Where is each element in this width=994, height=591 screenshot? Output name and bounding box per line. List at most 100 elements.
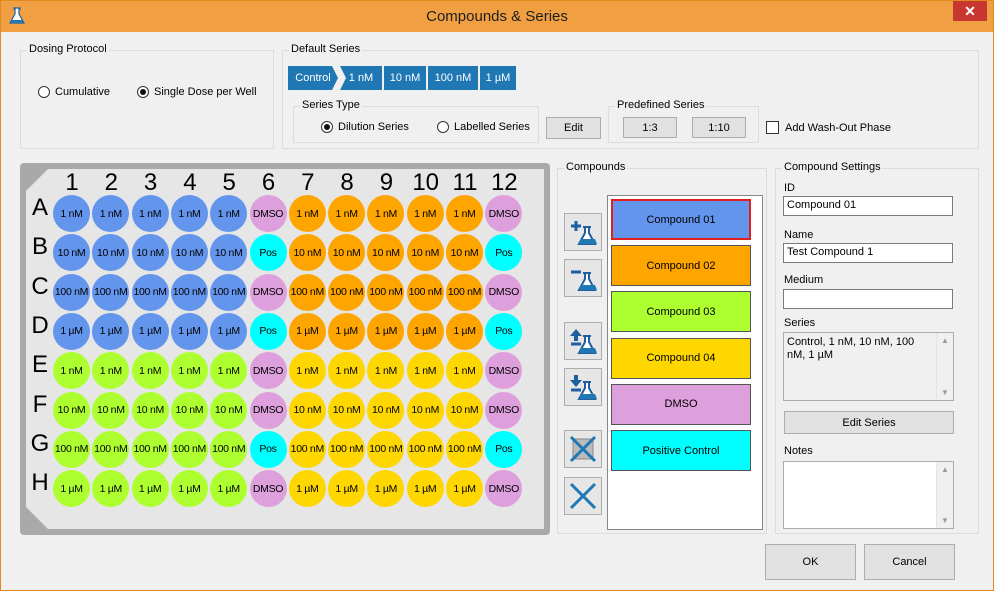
column-label[interactable]: 7 xyxy=(289,169,327,197)
column-label[interactable]: 10 xyxy=(407,169,445,197)
well[interactable]: 1 µM xyxy=(406,312,444,350)
series-chip-1um[interactable]: 1 µM xyxy=(480,66,516,90)
series-chip-100nm[interactable]: 100 nM xyxy=(428,66,478,90)
notes-textarea[interactable]: ▲ ▼ xyxy=(783,461,954,529)
well[interactable]: 100 nM xyxy=(406,273,444,311)
well[interactable]: 10 nM xyxy=(170,391,208,429)
well[interactable]: 1 µM xyxy=(406,470,444,508)
row-label[interactable]: G xyxy=(29,430,51,458)
edit-series-button[interactable]: Edit Series xyxy=(784,411,954,434)
well[interactable]: 100 nM xyxy=(92,273,130,311)
well[interactable]: Pos xyxy=(249,234,287,272)
labelled-series-radio[interactable]: Labelled Series xyxy=(437,121,530,133)
row-label[interactable]: F xyxy=(29,391,51,419)
well[interactable]: 100 nM xyxy=(53,430,90,468)
column-label[interactable]: 2 xyxy=(92,169,130,197)
well[interactable]: 1 nM xyxy=(170,352,208,390)
edit-series-type-button[interactable]: Edit xyxy=(546,117,601,139)
well[interactable]: 1 nM xyxy=(131,352,169,390)
well[interactable]: 100 nM xyxy=(210,430,248,468)
row-label[interactable]: A xyxy=(29,194,51,222)
well[interactable]: 1 nM xyxy=(446,352,483,390)
well[interactable]: 1 nM xyxy=(53,352,90,390)
cancel-button[interactable]: Cancel xyxy=(864,544,955,580)
clear-wells-button[interactable] xyxy=(564,430,602,468)
well[interactable]: 100 nM xyxy=(131,430,169,468)
dilution-series-radio[interactable]: Dilution Series xyxy=(321,121,409,133)
name-field[interactable]: Test Compound 1 xyxy=(783,243,953,263)
well[interactable]: 100 nM xyxy=(367,430,405,468)
well[interactable]: 1 µM xyxy=(210,470,248,508)
well[interactable]: 1 µM xyxy=(210,312,248,350)
well[interactable]: 10 nM xyxy=(446,391,483,429)
column-label[interactable]: 4 xyxy=(171,169,209,197)
series-chip-1nm[interactable]: 1 nM xyxy=(340,66,382,90)
remove-compound-button[interactable] xyxy=(564,259,602,297)
add-compound-button[interactable] xyxy=(564,213,602,251)
well[interactable]: 1 µM xyxy=(367,312,405,350)
well[interactable]: DMSO xyxy=(249,470,287,508)
well[interactable]: 1 nM xyxy=(406,352,444,390)
delete-button[interactable] xyxy=(564,477,602,515)
notes-scrollbar[interactable]: ▲ ▼ xyxy=(936,462,953,528)
ok-button[interactable]: OK xyxy=(765,544,856,580)
well[interactable]: Pos xyxy=(249,430,287,468)
well[interactable]: 10 nM xyxy=(170,234,208,272)
row-label[interactable]: H xyxy=(29,469,51,497)
well[interactable]: 10 nM xyxy=(131,391,169,429)
well[interactable]: 10 nM xyxy=(288,391,326,429)
column-label[interactable]: 5 xyxy=(210,169,248,197)
move-up-button[interactable] xyxy=(564,322,602,360)
column-label[interactable]: 9 xyxy=(367,169,405,197)
well[interactable]: 10 nM xyxy=(288,234,326,272)
series-textarea[interactable]: Control, 1 nM, 10 nM, 100 nM, 1 µM ▲ ▼ xyxy=(783,332,954,401)
well[interactable]: DMSO xyxy=(485,391,523,429)
close-button[interactable]: ✕ xyxy=(953,1,987,21)
cumulative-radio[interactable]: Cumulative xyxy=(38,86,110,98)
washout-checkbox[interactable]: Add Wash-Out Phase xyxy=(766,121,891,134)
column-label[interactable]: 12 xyxy=(485,169,523,197)
well[interactable]: 1 µM xyxy=(53,470,90,508)
well[interactable]: 100 nM xyxy=(210,273,248,311)
well[interactable]: Pos xyxy=(485,312,523,350)
column-label[interactable]: 1 xyxy=(53,169,91,197)
compound-list-item[interactable]: Compound 04 xyxy=(611,337,751,379)
well[interactable]: 10 nM xyxy=(210,391,248,429)
well[interactable]: 100 nM xyxy=(170,430,208,468)
well[interactable]: 10 nM xyxy=(367,391,405,429)
well[interactable]: 100 nM xyxy=(367,273,405,311)
row-label[interactable]: B xyxy=(29,233,51,261)
well[interactable]: Pos xyxy=(485,430,523,468)
id-field[interactable]: Compound 01 xyxy=(783,196,953,216)
well[interactable]: DMSO xyxy=(249,391,287,429)
well[interactable]: 100 nM xyxy=(328,273,366,311)
well[interactable]: 1 µM xyxy=(446,470,483,508)
well[interactable]: 100 nM xyxy=(288,430,326,468)
well[interactable]: 100 nM xyxy=(131,273,169,311)
well[interactable]: 1 nM xyxy=(288,195,326,232)
compound-list-item[interactable]: Compound 02 xyxy=(611,245,751,287)
column-label[interactable]: 8 xyxy=(328,169,366,197)
well[interactable]: 1 nM xyxy=(53,195,90,232)
predefined-1-3-button[interactable]: 1:3 xyxy=(623,117,677,138)
well[interactable]: 100 nM xyxy=(170,273,208,311)
well[interactable]: 100 nM xyxy=(328,430,366,468)
well[interactable]: 10 nM xyxy=(328,391,366,429)
well[interactable]: 1 nM xyxy=(288,352,326,390)
compound-list-item[interactable]: Positive Control xyxy=(611,430,751,471)
well[interactable]: 1 nM xyxy=(170,195,208,232)
well[interactable]: 100 nM xyxy=(446,273,483,311)
well[interactable]: 10 nM xyxy=(131,234,169,272)
well[interactable]: 1 µM xyxy=(92,312,130,350)
well[interactable]: 1 nM xyxy=(406,195,444,232)
well[interactable]: 10 nM xyxy=(53,391,90,429)
predefined-1-10-button[interactable]: 1:10 xyxy=(692,117,746,138)
well[interactable]: 1 µM xyxy=(131,470,169,508)
well[interactable]: 1 µM xyxy=(288,470,326,508)
well[interactable]: DMSO xyxy=(249,273,287,311)
compound-list-item[interactable]: Compound 01 xyxy=(611,199,751,240)
well[interactable]: 1 nM xyxy=(446,195,483,232)
well[interactable]: 100 nM xyxy=(53,273,90,311)
well[interactable]: 1 nM xyxy=(328,195,366,232)
well[interactable]: 10 nM xyxy=(406,234,444,272)
